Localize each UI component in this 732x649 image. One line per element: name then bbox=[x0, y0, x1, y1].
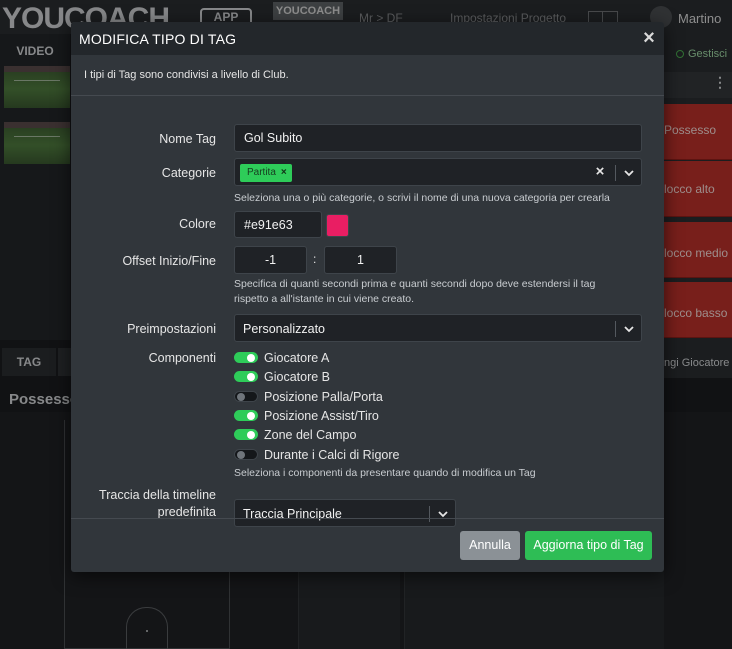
categorie-select[interactable]: Partita × × bbox=[234, 158, 642, 186]
info-text: I tipi di Tag sono condivisi a livello d… bbox=[84, 69, 289, 81]
toggle-knob bbox=[247, 430, 255, 439]
preimpostazioni-label: Preimpostazioni bbox=[127, 322, 216, 336]
categorie-help: Seleziona una o più categorie, o scrivi … bbox=[234, 192, 610, 204]
toggle-knob bbox=[247, 372, 255, 381]
footer-divider bbox=[71, 518, 664, 519]
preimpostazioni-select[interactable]: Personalizzato bbox=[234, 314, 642, 342]
chevron-down-icon[interactable] bbox=[436, 506, 450, 522]
componenti-help: Seleziona i componenti da presentare qua… bbox=[234, 467, 536, 479]
select-separator bbox=[429, 506, 430, 522]
offset-help-line2: rispetto a all'istante in cui viene crea… bbox=[234, 293, 415, 305]
toggle-label: Posizione Palla/Porta bbox=[264, 390, 383, 404]
toggle-knob bbox=[237, 392, 245, 401]
offset-help: Specifica di quanti secondi prima e quan… bbox=[234, 277, 595, 307]
chip-remove-icon[interactable]: × bbox=[281, 167, 287, 178]
chevron-down-icon[interactable] bbox=[622, 321, 636, 337]
divider bbox=[71, 95, 664, 96]
offset-separator: : bbox=[313, 252, 317, 266]
colore-label: Colore bbox=[179, 217, 216, 231]
componenti-label: Componenti bbox=[148, 351, 216, 365]
select-separator bbox=[615, 165, 616, 181]
toggle-switch[interactable] bbox=[234, 391, 258, 402]
select-separator bbox=[615, 321, 616, 337]
modal-title: MODIFICA TIPO DI TAG bbox=[79, 31, 237, 47]
categorie-label: Categorie bbox=[161, 166, 216, 180]
offset-end-input[interactable] bbox=[324, 246, 397, 274]
offset-label: Offset Inizio/Fine bbox=[122, 254, 216, 268]
cancel-button[interactable]: Annulla bbox=[460, 531, 520, 560]
toggle-label: Giocatore B bbox=[264, 370, 331, 384]
toggle-knob bbox=[247, 411, 255, 420]
toggle-label: Posizione Assist/Tiro bbox=[264, 409, 379, 423]
traccia-select[interactable]: Traccia Principale bbox=[234, 499, 456, 527]
nome-tag-label: Nome Tag bbox=[159, 132, 216, 146]
toggle-knob bbox=[237, 450, 245, 459]
close-icon[interactable]: × bbox=[639, 26, 659, 50]
toggle-switch[interactable] bbox=[234, 371, 258, 382]
category-chip-label: Partita bbox=[247, 167, 276, 178]
toggle-switch[interactable] bbox=[234, 410, 258, 421]
update-tag-type-button[interactable]: Aggiorna tipo di Tag bbox=[525, 531, 652, 560]
color-swatch[interactable] bbox=[326, 214, 349, 237]
toggle-switch[interactable] bbox=[234, 449, 258, 460]
toggle-label: Zone del Campo bbox=[264, 428, 357, 442]
toggle-label: Giocatore A bbox=[264, 351, 330, 365]
toggle-switch[interactable] bbox=[234, 352, 258, 363]
traccia-label: Traccia della timeline predefinita bbox=[99, 487, 216, 521]
toggle-switch[interactable] bbox=[234, 429, 258, 440]
traccia-label-line2: predefinita bbox=[157, 505, 216, 519]
preimpostazioni-value: Personalizzato bbox=[243, 322, 325, 336]
modal-header: MODIFICA TIPO DI TAG × bbox=[71, 22, 664, 55]
nome-tag-input[interactable] bbox=[234, 124, 642, 152]
traccia-label-line1: Traccia della timeline bbox=[99, 488, 216, 502]
offset-help-line1: Specifica di quanti secondi prima e quan… bbox=[234, 278, 596, 290]
toggle-label: Durante i Calci di Rigore bbox=[264, 448, 400, 462]
color-hex-input[interactable] bbox=[234, 211, 322, 238]
clear-icon[interactable]: × bbox=[593, 163, 607, 181]
chevron-down-icon[interactable] bbox=[622, 165, 636, 181]
edit-tag-type-modal: MODIFICA TIPO DI TAG × I tipi di Tag son… bbox=[71, 22, 664, 572]
toggle-knob bbox=[247, 353, 255, 362]
offset-start-input[interactable] bbox=[234, 246, 307, 274]
category-chip: Partita × bbox=[240, 164, 292, 182]
